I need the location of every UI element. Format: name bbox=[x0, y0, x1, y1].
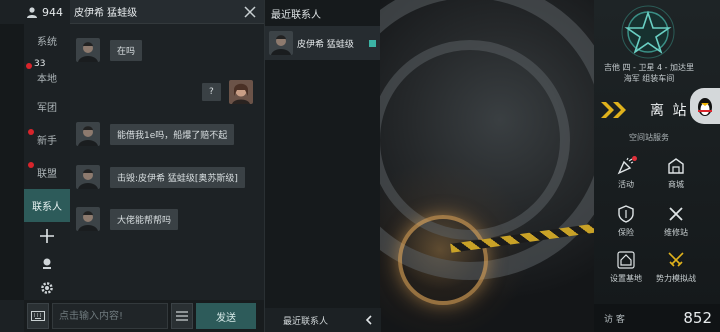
contact-avatar bbox=[76, 122, 100, 146]
station-location: 吉他 四 - 卫星 4 - 加达里 海军 组装车间 bbox=[594, 62, 704, 84]
send-button[interactable]: 发送 bbox=[196, 303, 256, 329]
close-icon bbox=[244, 5, 256, 18]
shield-icon bbox=[618, 205, 634, 223]
settings-button[interactable] bbox=[24, 276, 70, 300]
keyboard-icon bbox=[31, 311, 45, 321]
crossed-swords-icon bbox=[668, 252, 684, 267]
message-bubble: 能借我1e吗，船爆了赔不起 bbox=[110, 123, 235, 145]
person-icon bbox=[27, 7, 37, 18]
service-label: 活动 bbox=[618, 180, 634, 189]
chat-message: 能借我1e吗，船爆了赔不起 bbox=[76, 122, 235, 146]
service-repair[interactable]: 维修站 bbox=[652, 204, 700, 248]
contacts-footer-label: 最近联系人 bbox=[283, 316, 329, 327]
station-services-title: 空间站服务 bbox=[629, 133, 669, 142]
keyboard-button[interactable] bbox=[27, 303, 49, 329]
faction-emblem-icon bbox=[621, 5, 675, 59]
wrench-icon bbox=[669, 207, 683, 221]
contacts-footer[interactable]: 最近联系人 bbox=[265, 308, 381, 332]
chat-message: 击毁:皮伊希 猛蛙级[奥苏斯级] bbox=[76, 165, 245, 189]
service-events[interactable]: 活动 bbox=[602, 156, 650, 200]
chat-message-own: ? bbox=[202, 80, 253, 104]
channel-label: 军团 bbox=[37, 103, 57, 114]
own-avatar bbox=[228, 80, 253, 104]
chevrons-right-icon bbox=[601, 102, 626, 118]
channel-local[interactable]: 33 本地 bbox=[24, 57, 70, 90]
pin-button[interactable] bbox=[24, 252, 70, 276]
visitor-label: 访 客 bbox=[604, 314, 625, 325]
visitor-counter: 访 客 852 bbox=[594, 304, 720, 332]
service-faction-sim[interactable]: 势力模拟战 bbox=[652, 250, 700, 294]
chevron-left-icon bbox=[365, 315, 372, 325]
undock-label: 离 站 bbox=[650, 103, 689, 119]
station-panel: 吉他 四 - 卫星 4 - 加达里 海军 组装车间 离 站 空间站服务 活动 商… bbox=[594, 0, 720, 332]
service-label: 维修站 bbox=[664, 228, 688, 237]
service-label: 设置基地 bbox=[610, 274, 642, 283]
notification-dot bbox=[632, 156, 637, 161]
recent-contacts-panel: 最近联系人 皮伊希 猛蛙级 最近联系人 bbox=[264, 0, 381, 332]
visitor-count: 852 bbox=[683, 309, 712, 327]
contact-name: 皮伊希 猛蛙级 bbox=[297, 39, 354, 50]
shop-icon bbox=[668, 158, 684, 174]
floating-assistant-button[interactable] bbox=[690, 88, 720, 124]
location-line-2: 海军 组装车间 bbox=[623, 74, 675, 83]
pin-icon bbox=[43, 258, 51, 269]
unread-dot bbox=[28, 162, 34, 168]
service-insurance[interactable]: 保险 bbox=[602, 204, 650, 248]
add-channel-button[interactable] bbox=[24, 224, 70, 248]
channel-label: 新手 bbox=[37, 136, 57, 147]
channel-nav: 系统 33 本地 军团 新手 联盟 联系人 bbox=[24, 24, 70, 222]
service-set-home[interactable]: 设置基地 bbox=[602, 250, 650, 294]
unread-badge bbox=[26, 63, 32, 69]
channel-corp[interactable]: 军团 bbox=[24, 90, 70, 123]
sidebar-strip bbox=[0, 24, 24, 300]
plus-icon bbox=[40, 229, 54, 243]
contact-avatar bbox=[76, 165, 100, 189]
location-line-1: 吉他 四 - 卫星 4 - 加达里 bbox=[603, 63, 695, 72]
penguin-icon bbox=[698, 98, 712, 116]
channel-alliance[interactable]: 联盟 bbox=[24, 156, 70, 189]
message-bubble-link[interactable]: 击毁:皮伊希 猛蛙级[奥苏斯级] bbox=[110, 166, 245, 188]
channel-label: 联系人 bbox=[32, 202, 62, 213]
chat-message: 在吗 bbox=[76, 38, 143, 62]
channel-contacts[interactable]: 联系人 bbox=[24, 189, 70, 222]
channel-label: 本地 bbox=[37, 74, 57, 85]
gear-icon bbox=[41, 282, 53, 294]
contacts-header: 最近联系人 bbox=[271, 9, 321, 21]
online-status-indicator bbox=[369, 39, 376, 47]
channel-system[interactable]: 系统 bbox=[24, 24, 70, 57]
channel-newbie[interactable]: 新手 bbox=[24, 123, 70, 156]
service-label: 势力模拟战 bbox=[656, 274, 696, 283]
chat-input-bar: 发送 bbox=[24, 300, 264, 332]
chat-window: 皮伊希 猛蛙级 在吗 ? 能借我1e吗，船爆了赔不起 击毁:皮伊希 猛蛙级[奥苏… bbox=[70, 0, 264, 300]
chat-sidebar: 944 系统 33 本地 军团 新手 联盟 联系人 bbox=[0, 0, 70, 332]
channel-label: 联盟 bbox=[37, 169, 57, 180]
online-count: 944 bbox=[0, 0, 70, 24]
contact-avatar bbox=[76, 38, 100, 62]
close-button[interactable] bbox=[242, 4, 258, 20]
service-shop[interactable]: 商城 bbox=[652, 156, 700, 200]
contact-avatar bbox=[269, 31, 293, 55]
unread-count: 33 bbox=[34, 59, 46, 69]
chat-header: 皮伊希 猛蛙级 bbox=[70, 0, 264, 24]
quick-phrase-button[interactable] bbox=[171, 303, 193, 329]
message-input[interactable] bbox=[52, 303, 168, 329]
chat-message: 大佬能帮帮吗 bbox=[76, 207, 179, 231]
chat-title: 皮伊希 猛蛙级 bbox=[74, 8, 138, 19]
message-bubble: 在吗 bbox=[110, 39, 143, 61]
contact-avatar bbox=[76, 207, 100, 231]
list-icon bbox=[176, 311, 188, 321]
online-count-value: 944 bbox=[42, 5, 63, 19]
service-label: 商城 bbox=[668, 180, 684, 189]
message-bubble: 大佬能帮帮吗 bbox=[110, 208, 179, 230]
message-bubble: ? bbox=[202, 83, 221, 101]
station-hangar-scene bbox=[380, 0, 594, 332]
contact-item[interactable]: 皮伊希 猛蛙级 bbox=[265, 26, 380, 60]
unread-dot bbox=[28, 129, 34, 135]
home-icon bbox=[617, 251, 635, 269]
channel-label: 系统 bbox=[37, 37, 57, 48]
service-label: 保险 bbox=[618, 228, 634, 237]
